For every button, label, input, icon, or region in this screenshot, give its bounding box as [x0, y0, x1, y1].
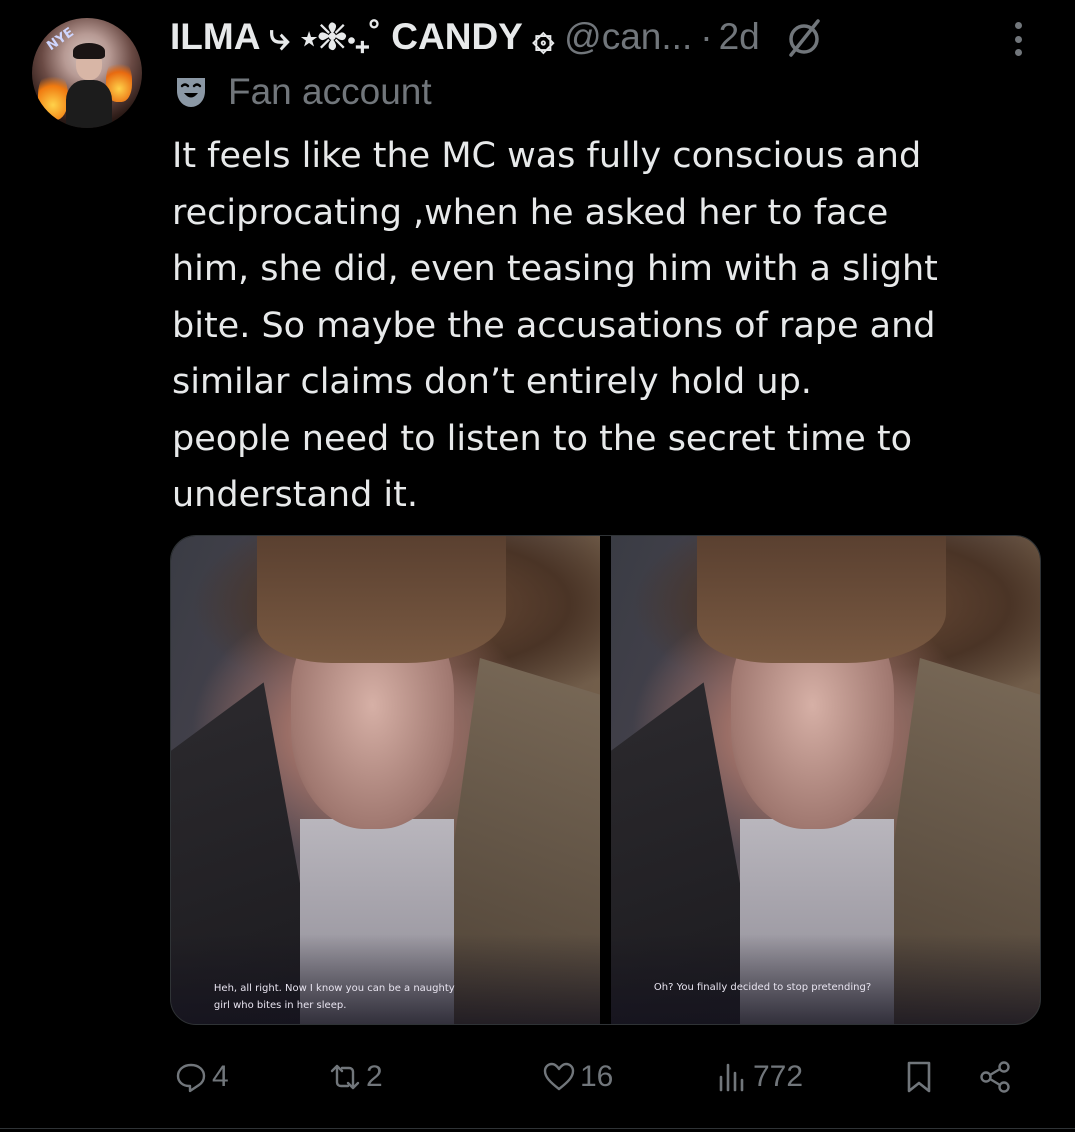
more-dot	[1014, 22, 1022, 29]
bookmark-button[interactable]	[902, 1052, 936, 1102]
like-button[interactable]: 16	[542, 1052, 613, 1102]
post-time[interactable]: 2d	[719, 16, 760, 58]
avatar-sign-text: NYE	[44, 24, 77, 55]
more-options-icon[interactable]	[1003, 18, 1033, 60]
media-image-left[interactable]: Heh, all right. Now I know you can be a …	[171, 536, 600, 1024]
post-text-line: reciprocating ,when he asked her to face	[172, 192, 889, 233]
image-hair-shape	[696, 536, 946, 663]
share-button[interactable]	[978, 1052, 1012, 1102]
like-count: 16	[580, 1060, 614, 1093]
post-text-line: people need to listen to the secret time…	[172, 418, 913, 459]
post-text: It feels like the MC was fully conscious…	[172, 128, 1052, 524]
image-caption-line: Heh, all right. Now I know you can be a …	[213, 983, 455, 994]
reply-icon	[176, 1063, 206, 1093]
post-header: ILMA ⤷ ⋆❈⋅₊˚ CANDY ۞ @can... · 2d	[170, 14, 1050, 60]
post-text-line: him, she did, even teasing him with a sl…	[172, 249, 938, 289]
image-caption: Heh, all right. Now I know you can be a …	[214, 980, 566, 1014]
repost-icon	[330, 1064, 360, 1090]
account-label: Fan account	[174, 70, 432, 114]
action-bar: 4 2 16 772	[170, 1052, 1030, 1102]
fan-account-label: Fan account	[228, 71, 432, 112]
avatar-figure-hair	[73, 43, 105, 59]
views-button[interactable]: 772	[715, 1052, 803, 1102]
reply-button[interactable]: 4	[174, 1052, 229, 1102]
avatar-figure-shirt	[66, 80, 112, 128]
repost-count: 2	[366, 1060, 383, 1093]
image-hair-shape	[256, 536, 506, 663]
heart-icon	[543, 1062, 575, 1091]
reply-count: 4	[212, 1060, 229, 1093]
media-image-right[interactable]: Oh? You finally decided to stop pretendi…	[611, 536, 1040, 1024]
post-text-line: bite. So maybe the accusations of rape a…	[172, 305, 936, 346]
image-caption: Oh? You finally decided to stop pretendi…	[654, 979, 1006, 996]
repost-button[interactable]: 2	[328, 1052, 383, 1102]
share-icon	[980, 1061, 1010, 1093]
no-symbol-icon	[788, 19, 820, 57]
post-text-line: understand it.	[172, 475, 419, 515]
bookmark-icon	[907, 1061, 931, 1093]
fire-decoration	[38, 70, 68, 120]
view-count: 772	[753, 1060, 804, 1093]
separator-dot: ·	[700, 16, 713, 57]
image-caption-line: girl who bites in her sleep.	[213, 1000, 347, 1011]
post-divider	[0, 1128, 1075, 1129]
media-grid: Heh, all right. Now I know you can be a …	[170, 535, 1041, 1025]
post-text-line: It feels like the MC was fully conscious…	[172, 136, 922, 176]
analytics-icon	[719, 1063, 744, 1092]
post-text-line: similar claims don’t entirely hold up.	[172, 362, 812, 402]
more-dot	[1014, 49, 1022, 56]
image-caption-line: Oh? You finally decided to stop pretendi…	[653, 982, 872, 993]
author-handle[interactable]: @can...	[564, 16, 692, 58]
author-avatar[interactable]: NYE	[32, 18, 142, 128]
author-name[interactable]: ILMA ⤷ ⋆❈⋅₊˚ CANDY ۞	[170, 15, 554, 59]
theater-mask-icon	[177, 78, 205, 107]
more-dot	[1014, 35, 1022, 43]
